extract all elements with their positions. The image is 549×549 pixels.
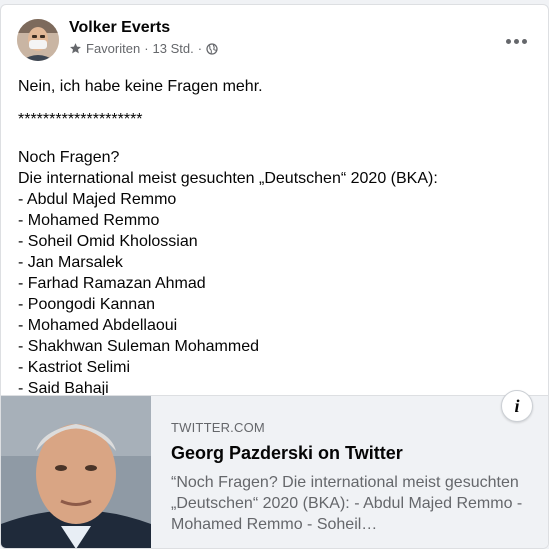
- post-line: Nein, ich habe keine Fragen mehr.: [18, 78, 263, 95]
- link-preview[interactable]: TWITTER.COM Georg Pazderski on Twitter “…: [1, 395, 548, 548]
- post-line: Noch Fragen?: [18, 149, 120, 166]
- info-icon[interactable]: i: [501, 390, 533, 422]
- post-line: Die international meist gesuchten „Deuts…: [18, 170, 438, 187]
- post-timestamp[interactable]: 13 Std.: [153, 41, 194, 56]
- list-item: - Poongodi Kannan: [18, 296, 155, 313]
- link-domain: TWITTER.COM: [171, 420, 265, 435]
- post-card: Volker Everts Favoriten · 13 Std. · Nein…: [0, 4, 549, 549]
- link-thumbnail[interactable]: [1, 396, 151, 548]
- avatar-photo: [17, 19, 59, 61]
- meta-separator: ·: [144, 41, 149, 56]
- post-header: Volker Everts Favoriten · 13 Std. ·: [1, 5, 548, 69]
- list-item: - Soheil Omid Kholossian: [18, 233, 198, 250]
- link-text[interactable]: TWITTER.COM Georg Pazderski on Twitter “…: [171, 420, 531, 535]
- post-meta: Favoriten · 13 Std. ·: [69, 41, 218, 56]
- list-item: - Mohamed Abdellaoui: [18, 317, 178, 334]
- post-text: Nein, ich habe keine Fragen mehr. ******…: [18, 76, 538, 399]
- link-thumbnail-image: [1, 396, 151, 548]
- more-options-icon[interactable]: [502, 31, 530, 51]
- post-line: ********************: [18, 111, 143, 128]
- list-item: - Jan Marsalek: [18, 254, 123, 271]
- list-item: - Abdul Majed Remmo: [18, 191, 177, 208]
- list-item: - Kastriot Selimi: [18, 359, 131, 376]
- star-icon: [70, 43, 81, 54]
- link-title[interactable]: Georg Pazderski on Twitter: [171, 443, 531, 464]
- meta-separator: ·: [197, 41, 203, 56]
- globe-icon: [206, 42, 218, 55]
- avatar[interactable]: [17, 19, 59, 61]
- link-description: “Noch Fragen? Die international meist ge…: [171, 474, 523, 533]
- list-item: - Shakhwan Suleman Mohammed: [18, 338, 260, 355]
- list-item: - Farhad Ramazan Ahmad: [18, 275, 206, 292]
- list-item: - Mohamed Remmo: [18, 212, 160, 229]
- author-name[interactable]: Volker Everts: [69, 19, 170, 37]
- audience-label[interactable]: Favoriten: [86, 41, 140, 56]
